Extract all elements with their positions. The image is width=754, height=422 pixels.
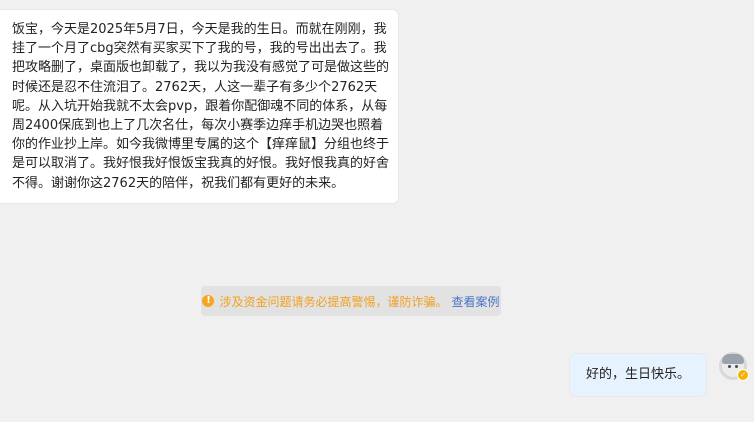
verified-badge-icon: ✓: [737, 369, 749, 381]
fraud-warning-notice: ! 涉及资金问题请务必提高警惕，谨防诈骗。 查看案例: [201, 286, 501, 316]
warning-icon: !: [202, 295, 215, 307]
fraud-warning-text: 涉及资金问题请务必提高警惕，谨防诈骗。: [219, 294, 448, 309]
outgoing-message-bubble[interactable]: 好的，生日快乐。: [569, 354, 706, 396]
avatar-eye-right: [735, 365, 738, 368]
incoming-message-bubble[interactable]: 饭宝，今天是2025年5月7日，今天是我的生日。而就在刚刚，我挂了一个月了cbg…: [0, 10, 398, 203]
avatar[interactable]: ✓: [719, 352, 749, 381]
view-cases-link[interactable]: 查看案例: [452, 293, 500, 310]
avatar-hair: [722, 354, 744, 364]
avatar-eye-left: [728, 365, 731, 368]
chat-window: 饭宝，今天是2025年5月7日，今天是我的生日。而就在刚刚，我挂了一个月了cbg…: [0, 0, 754, 422]
